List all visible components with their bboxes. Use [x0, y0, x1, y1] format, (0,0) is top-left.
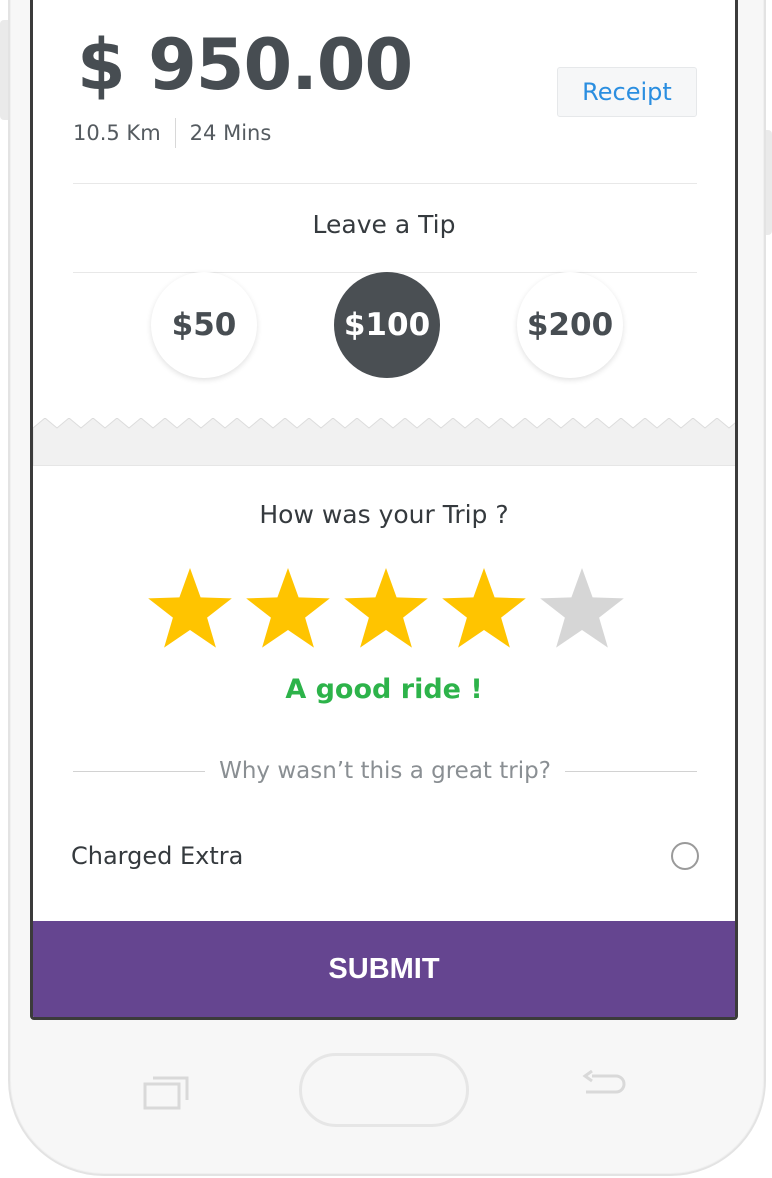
- trip-meta: 10.5 Km 24 Mins: [73, 118, 271, 148]
- divider: [73, 183, 697, 184]
- star-filled-icon[interactable]: [243, 565, 333, 653]
- back-icon[interactable]: [578, 1070, 628, 1110]
- fare-amount: $ 950.00: [77, 24, 413, 106]
- star-rating[interactable]: [145, 565, 627, 653]
- rating-title: How was your Trip ?: [259, 500, 509, 529]
- star-filled-icon[interactable]: [341, 565, 431, 653]
- home-button[interactable]: [299, 1053, 469, 1127]
- trip-duration: 24 Mins: [189, 121, 272, 145]
- feedback-question-text: Why wasn’t this a great trip?: [219, 758, 551, 784]
- app-screen: $ 950.00 10.5 Km 24 Mins Receipt Leave a…: [30, 0, 738, 1020]
- receipt-button[interactable]: Receipt: [557, 67, 697, 117]
- feedback-question: Why wasn’t this a great trip?: [73, 758, 698, 784]
- star-filled-icon[interactable]: [439, 565, 529, 653]
- tip-option-50[interactable]: $50: [151, 272, 257, 378]
- recent-apps-icon[interactable]: [143, 1074, 191, 1110]
- phone-side-button-left: [0, 20, 8, 120]
- divider-line: [73, 770, 206, 772]
- trip-distance: 10.5 Km: [73, 121, 161, 145]
- receipt-zigzag-edge: [33, 418, 735, 466]
- star-filled-icon[interactable]: [145, 565, 235, 653]
- rating-label: A good ride !: [285, 674, 483, 705]
- feedback-option-label: Charged Extra: [71, 842, 244, 870]
- submit-button[interactable]: SUBMIT: [33, 921, 735, 1017]
- tip-option-100[interactable]: $100: [334, 272, 440, 378]
- divider-line: [564, 770, 698, 772]
- meta-divider: [174, 118, 176, 148]
- star-empty-icon[interactable]: [537, 565, 627, 653]
- radio-button[interactable]: [671, 842, 699, 870]
- feedback-option-charged-extra[interactable]: Charged Extra: [71, 842, 699, 870]
- tip-title: Leave a Tip: [312, 210, 456, 239]
- tip-option-200[interactable]: $200: [517, 272, 623, 378]
